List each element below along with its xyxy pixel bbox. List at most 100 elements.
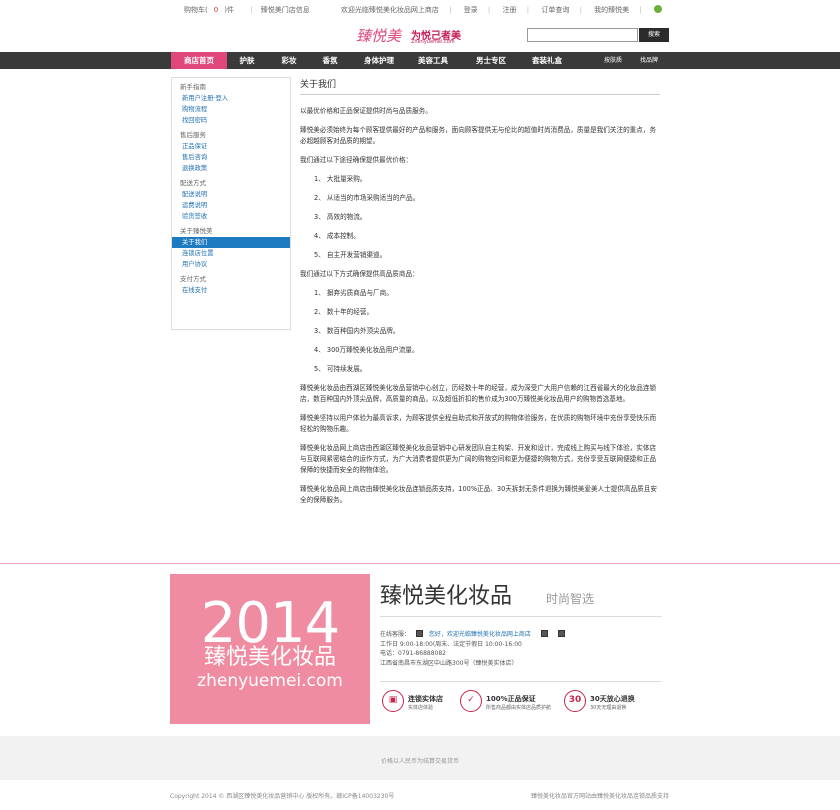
logo[interactable]: 臻悦美 xyxy=(356,25,401,46)
copyright: Copyright 2014 © 西湖区臻悦美化妆品营销中心 版权所有。赣ICP… xyxy=(170,793,395,800)
sidebar-item-store-locations[interactable]: 连锁店位置 xyxy=(172,248,290,259)
divider: | xyxy=(250,6,253,14)
cart-suffix: )件 xyxy=(224,6,234,14)
qq-icon[interactable] xyxy=(540,630,548,637)
paragraph: 我们通过以下方式确保提供高品质商品： xyxy=(300,270,419,278)
nav-brands[interactable]: 找品牌 xyxy=(640,52,658,69)
list-item: 1、 大批量采购。 xyxy=(314,175,367,183)
nav-item-makeup[interactable]: 彩妆 xyxy=(275,52,303,69)
store-info-link[interactable]: 臻悦美门店信息 xyxy=(261,6,310,14)
search-button[interactable]: 搜索 xyxy=(639,28,669,42)
sidebar-item-delivery-info[interactable]: 配送说明 xyxy=(172,189,290,200)
sidebar-group-title: 配送方式 xyxy=(180,179,206,187)
paragraph: 我们通过以下途径确保提供最优价格： xyxy=(300,156,413,164)
service-link[interactable]: 您好，欢迎光临臻悦美化妆品网上商店 xyxy=(429,631,531,638)
nav-item-gift-sets[interactable]: 套装礼盒 xyxy=(527,52,567,69)
main-nav: 商店首页 护肤 彩妆 香氛 身体护理 美容工具 男士专区 套装礼盒 按肤质 找品… xyxy=(0,52,840,69)
search-input[interactable] xyxy=(527,28,638,42)
help-sidebar: 新手指南 新用户注册·登入 购物流程 找回密码 售后服务 正品保证 售后咨询 退… xyxy=(171,77,291,330)
sidebar-item-after-sales-consult[interactable]: 售后咨询 xyxy=(172,152,290,163)
nav-item-tools[interactable]: 美容工具 xyxy=(412,52,454,69)
cart-prefix: 购物车( xyxy=(184,6,208,14)
footer-divider xyxy=(0,563,840,564)
currency-note: 价格以人民币为结算交易货币 xyxy=(380,758,459,765)
sidebar-item-register[interactable]: 新用户注册·登入 xyxy=(172,93,290,104)
qq-icon[interactable] xyxy=(557,630,565,637)
list-item: 5、 自主开发营销渠道。 xyxy=(314,251,387,259)
sidebar-group-title: 新手指南 xyxy=(180,83,206,91)
footer-brand-subtitle: 时尚智选 xyxy=(546,592,595,606)
divider xyxy=(380,616,662,617)
sidebar-group-guide: 新手指南 新用户注册·登入 购物流程 找回密码 xyxy=(172,82,290,126)
service-row: 在线客服： 您好，欢迎光临臻悦美化妆品网上商店 xyxy=(380,630,569,640)
list-item: 2、 从适当的市场采购适当的产品。 xyxy=(314,194,420,202)
sidebar-group-title: 关于臻悦美 xyxy=(180,227,213,235)
support-note: 臻悦美化妆品官方网站由臻悦美化妆品连锁品质支持 xyxy=(530,793,669,800)
nav-item-men[interactable]: 男士专区 xyxy=(470,52,512,69)
sidebar-item-online-payment[interactable]: 在线支付 xyxy=(172,285,290,296)
nav-item-fragrance[interactable]: 香氛 xyxy=(316,52,344,69)
list-item: 1、 摒弃劣质商品与厂商。 xyxy=(314,289,393,297)
divider: | xyxy=(639,6,642,14)
sidebar-item-shopping-flow[interactable]: 购物流程 xyxy=(172,104,290,115)
service-address: 江西省南昌市东湖区中山路300号（臻悦美实体店） xyxy=(380,659,518,667)
welcome-text: 欢迎光临臻悦美化妆品网上商店 xyxy=(340,6,439,14)
footer-banner: 2014 臻悦美化妆品 zhenyuemei.com xyxy=(170,574,370,724)
login-link[interactable]: 登录 xyxy=(464,6,478,14)
service-hours: 工作日 9:00-18:00(周末、法定节假日 10:00-16:00 xyxy=(380,640,522,648)
paragraph: 臻悦美化妆品由西湖区臻悦美化妆品营销中心创立，历经数十年的经营，成为深受广大用户… xyxy=(300,384,657,403)
sidebar-item-return-policy[interactable]: 退换政策 xyxy=(172,163,290,174)
nav-item-home[interactable]: 商店首页 xyxy=(171,52,227,69)
wechat-icon[interactable] xyxy=(654,5,662,13)
badge-desc: 实体店体验 xyxy=(408,705,434,711)
top-bar: 购物车( 0 )件 | 臻悦美门店信息 欢迎光临臻悦美化妆品网上商店 | 登录 | … xyxy=(0,0,840,18)
service-label: 在线客服： xyxy=(380,631,411,638)
sidebar-item-user-agreement[interactable]: 用户协议 xyxy=(172,259,290,270)
sidebar-item-recover-password[interactable]: 找回密码 xyxy=(172,115,290,126)
top-bar-right: 欢迎光临臻悦美化妆品网上商店 | 登录 | 注册 | 订单查询 | 我的臻悦美 … xyxy=(333,5,662,15)
divider: | xyxy=(449,6,452,14)
nav-item-skincare[interactable]: 护肤 xyxy=(233,52,261,69)
paragraph: 臻悦美必须始终为每个顾客提供最好的产品和服务，面向顾客提供无与伦比的超值时尚消费… xyxy=(300,126,657,145)
divider: | xyxy=(526,6,530,14)
divider: | xyxy=(579,6,582,14)
footer-brand-title: 臻悦美化妆品 xyxy=(380,584,513,609)
sidebar-item-shipping-fee[interactable]: 运费说明 xyxy=(172,200,290,211)
nav-item-bodycare[interactable]: 身体护理 xyxy=(358,52,400,69)
header: 臻悦美 为悦己者美 Zhenyuemei.com 搜索 xyxy=(0,18,840,52)
sidebar-item-inspection[interactable]: 验货签收 xyxy=(172,211,290,222)
about-content: 关于我们 以最优价格和正品保证提供时尚与品质服务。 臻悦美必须始终为每个顾客提供… xyxy=(300,77,660,514)
slogan-url: Zhenyuemei.com xyxy=(411,39,455,45)
sidebar-item-authentic[interactable]: 正品保证 xyxy=(172,141,290,152)
list-item: 3、 高效的物流。 xyxy=(314,213,367,221)
top-bar-left: 购物车( 0 )件 | 臻悦美门店信息 xyxy=(184,5,316,15)
shield-icon: ✓ xyxy=(460,690,482,712)
my-account-link[interactable]: 我的臻悦美 xyxy=(594,6,629,14)
list-item: 3、 数百种国内外顶尖品牌。 xyxy=(314,327,400,335)
cart-count: 0 xyxy=(213,6,219,14)
sidebar-item-about-us[interactable]: 关于我们 xyxy=(172,237,290,248)
page-title: 关于我们 xyxy=(300,77,660,95)
store-icon: ▣ xyxy=(382,690,404,712)
sidebar-group-title: 售后服务 xyxy=(180,131,206,139)
service-phone: 电话：0791-86888082 xyxy=(380,650,446,657)
paragraph: 臻悦美化妆品网上商店由西湖区臻悦美化妆品营销中心研发团队自主构架、开发和设计，完… xyxy=(300,444,657,474)
order-query-link[interactable]: 订单查询 xyxy=(541,6,569,14)
qq-icon[interactable] xyxy=(415,630,423,637)
paragraph: 臻悦美坚持以用户体验为最高诉求，为顾客提供全程自助式和开放式的购物体验服务，在优… xyxy=(300,414,657,433)
badge-desc: 30天无理由退换 xyxy=(590,705,627,711)
quality-list: 1、 摒弃劣质商品与厂商。 2、 数十年的经营。 3、 数百种国内外顶尖品牌。 … xyxy=(300,288,660,375)
nav-skin-type[interactable]: 按肤质 xyxy=(604,52,622,69)
cart-link[interactable]: 购物车( 0 )件 xyxy=(184,6,240,14)
badge-desc: 所售商品都由实体店品质护航 xyxy=(486,705,552,711)
banner-url: zhenyuemei.com xyxy=(197,671,343,691)
badge-title: 30天放心退换 xyxy=(590,695,635,703)
return-icon: 30 xyxy=(564,690,586,712)
badge-title: 100%正品保证 xyxy=(486,695,536,703)
list-item: 2、 数十年的经营。 xyxy=(314,308,374,316)
list-item: 4、 300万臻悦美化妆品用户流量。 xyxy=(314,346,419,354)
divider: | xyxy=(487,6,491,14)
sidebar-group-after-sales: 售后服务 正品保证 售后咨询 退换政策 xyxy=(172,130,290,174)
price-list: 1、 大批量采购。 2、 从适当的市场采购适当的产品。 3、 高效的物流。 4、… xyxy=(300,174,660,261)
register-link[interactable]: 注册 xyxy=(503,6,517,14)
